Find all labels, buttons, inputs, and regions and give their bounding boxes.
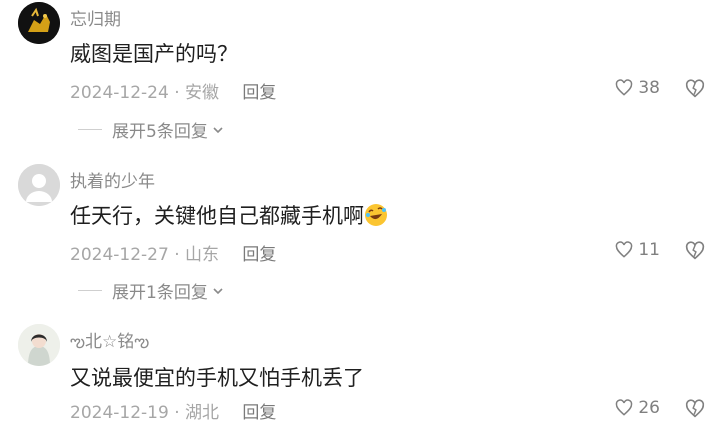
heart-outline-icon — [616, 241, 633, 258]
comment-location: 山东 — [185, 245, 220, 265]
comment-text: 任天行，关键他自己都藏手机啊 — [70, 200, 388, 230]
chevron-down-icon — [213, 126, 223, 133]
avatar[interactable] — [18, 2, 60, 44]
broken-heart-icon — [685, 79, 705, 98]
comment-location: 安徽 — [185, 83, 220, 103]
avatar[interactable] — [18, 164, 60, 206]
rolling-laughing-emoji — [365, 204, 387, 226]
comment-text: 又说最便宜的手机又怕手机丢了 — [70, 366, 364, 390]
like-button[interactable]: 38 — [614, 78, 660, 98]
like-count: 26 — [638, 398, 660, 418]
chevron-down-icon — [213, 287, 223, 294]
username[interactable]: ఌ北☆铭ఌ — [70, 327, 149, 356]
reply-button[interactable]: 回复 — [242, 245, 276, 265]
expand-replies-button[interactable]: 展开5条回复 — [78, 117, 225, 142]
heart-outline-icon — [616, 399, 633, 416]
dislike-button[interactable] — [684, 78, 706, 104]
comment-meta: 2024-12-24 · 安徽 回复 — [70, 78, 276, 103]
comment-meta: 2024-12-27 · 山东 回复 — [70, 240, 276, 265]
meta-separator: · — [174, 245, 180, 265]
comment-location: 湖北 — [185, 403, 220, 423]
avatar[interactable] — [18, 324, 60, 366]
like-count: 11 — [638, 240, 660, 260]
meta-separator: · — [174, 83, 180, 103]
username[interactable]: 执着的少年 — [70, 167, 155, 192]
expand-replies-button[interactable]: 展开1条回复 — [78, 278, 225, 303]
broken-heart-icon — [685, 241, 705, 260]
comment-date: 2024-12-27 — [70, 245, 169, 265]
expand-line — [78, 129, 102, 130]
comment-date: 2024-12-24 — [70, 83, 169, 103]
heart-outline-icon — [616, 79, 633, 96]
comment-meta: 2024-12-19 · 湖北 回复 — [70, 398, 276, 423]
dislike-button[interactable] — [684, 398, 706, 424]
reply-button[interactable]: 回复 — [242, 403, 276, 423]
expand-line — [78, 290, 102, 291]
comment-text: 威图是国产的吗？ — [70, 42, 238, 66]
username[interactable]: 忘归期 — [70, 5, 121, 30]
expand-label: 展开1条回复 — [112, 283, 208, 303]
like-count: 38 — [638, 78, 660, 98]
comment-date: 2024-12-19 — [70, 403, 169, 423]
dislike-button[interactable] — [684, 240, 706, 266]
broken-heart-icon — [685, 399, 705, 418]
like-button[interactable]: 11 — [614, 240, 660, 260]
comment-text-body: 任天行，关键他自己都藏手机啊 — [70, 204, 364, 228]
meta-separator: · — [174, 403, 180, 423]
like-button[interactable]: 26 — [614, 398, 660, 418]
expand-label: 展开5条回复 — [112, 122, 208, 142]
reply-button[interactable]: 回复 — [242, 83, 276, 103]
